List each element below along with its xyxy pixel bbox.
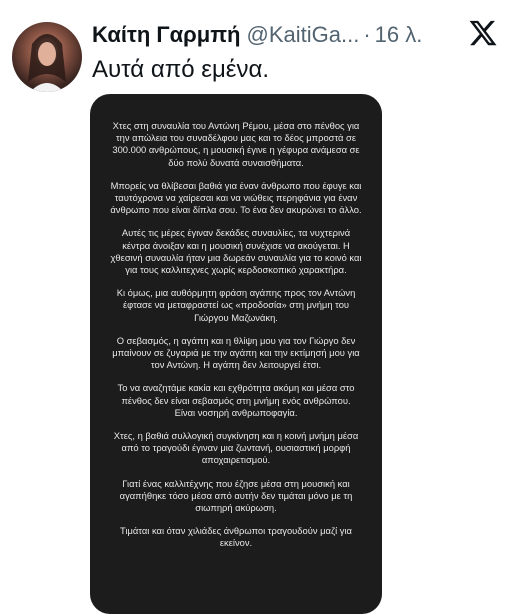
story-paragraph-5: Ο σεβασμός, η αγάπη και η θλίψη μου για … (112, 334, 360, 371)
tweet-text: Αυτά από εμένα. (92, 56, 270, 83)
story-screenshot[interactable]: Χτες στη συναυλία του Αντώνη Ρέμου, μέσα… (90, 94, 382, 614)
profile-photo-icon (28, 34, 66, 92)
author-handle[interactable]: @KaitiGa... (247, 22, 360, 48)
story-paragraph-2: Μπορείς να θλίβεσαι βαθιά για έναν άνθρω… (110, 179, 362, 216)
story-paragraph-8: Γιατί ένας καλλιτέχνης που έζησε μέσα στ… (119, 477, 353, 514)
avatar[interactable] (12, 22, 82, 92)
x-logo-icon[interactable] (468, 18, 498, 48)
story-paragraph-6: Το να αναζητάμε κακία και εχθρότητα ακόμ… (117, 382, 355, 418)
tweet-header: Καίτη Γαρμπή @KaitiGa... · 16 λ. (92, 20, 496, 50)
story-paragraph-4: Κι όμως, μια αυθόρμητη φράση αγάπης προς… (116, 287, 356, 323)
story-paragraph-3: Αυτές τις μέρες έγιναν δεκάδες συναυλίες… (110, 227, 362, 276)
story-paragraph-9: Τιμάται και όταν χιλιάδες άνθρωποι τραγο… (120, 525, 352, 549)
author-name[interactable]: Καίτη Γαρμπή (92, 22, 241, 48)
story-paragraph-7: Χτες, η βαθιά συλλογική συγκίνηση και η … (113, 430, 359, 466)
separator-dot: · (363, 22, 371, 47)
timestamp[interactable]: 16 λ. (375, 22, 423, 48)
story-paragraph-1: Χτες στη συναυλία του Αντώνη Ρέμου, μέσα… (112, 120, 360, 168)
